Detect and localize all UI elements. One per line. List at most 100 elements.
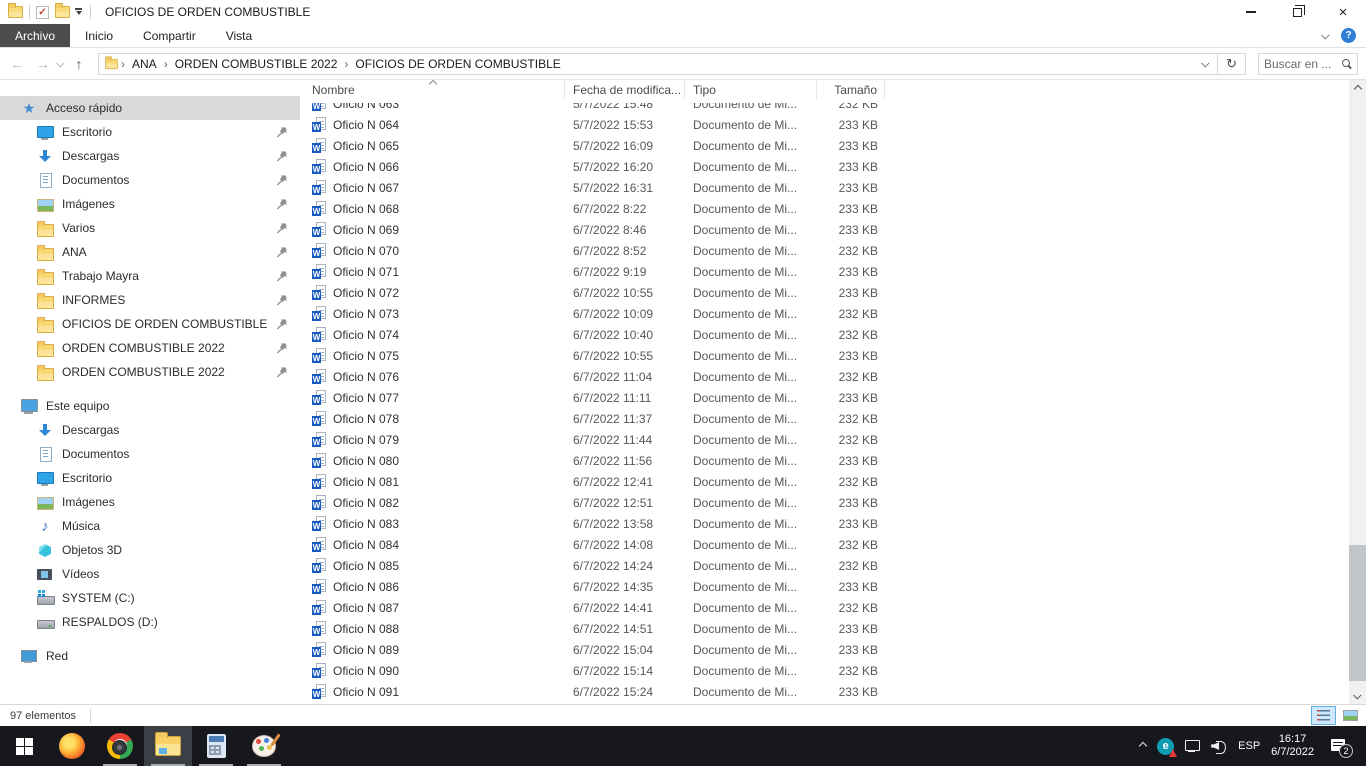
customize-toolbar-caret-icon[interactable] bbox=[74, 7, 84, 17]
forward-button[interactable]: → bbox=[32, 56, 54, 72]
up-button[interactable]: ↑ bbox=[68, 56, 90, 72]
chevron-right-icon[interactable]: › bbox=[162, 57, 170, 71]
sidebar-item-documentos[interactable]: Documentos bbox=[0, 442, 300, 466]
taskbar-firefox-button[interactable] bbox=[48, 726, 96, 766]
sidebar-item-respaldos-d[interactable]: RESPALDOS (D:) bbox=[0, 610, 300, 634]
search-box[interactable]: Buscar en ... bbox=[1258, 53, 1358, 75]
sidebar-item-objetos-3d[interactable]: Objetos 3D bbox=[0, 538, 300, 562]
file-row[interactable]: Oficio N 0645/7/2022 15:53Documento de M… bbox=[312, 114, 1349, 135]
sidebar-item-documentos[interactable]: Documentos bbox=[0, 168, 300, 192]
file-row[interactable]: Oficio N 0796/7/2022 11:44Documento de M… bbox=[312, 429, 1349, 450]
thumbnails-view-button[interactable] bbox=[1338, 706, 1363, 725]
file-row[interactable]: Oficio N 0716/7/2022 9:19Documento de Mi… bbox=[312, 261, 1349, 282]
sidebar-item-im-genes[interactable]: Imágenes bbox=[0, 192, 300, 216]
file-row[interactable]: Oficio N 0746/7/2022 10:40Documento de M… bbox=[312, 324, 1349, 345]
file-row[interactable]: Oficio N 0726/7/2022 10:55Documento de M… bbox=[312, 282, 1349, 303]
sidebar-item-informes[interactable]: INFORMES bbox=[0, 288, 300, 312]
file-row[interactable]: Oficio N 0836/7/2022 13:58Documento de M… bbox=[312, 513, 1349, 534]
details-view-button[interactable] bbox=[1311, 706, 1336, 725]
back-button[interactable]: ← bbox=[6, 56, 28, 72]
tab-compartir[interactable]: Compartir bbox=[128, 24, 211, 47]
file-row[interactable]: Oficio N 0706/7/2022 8:52Documento de Mi… bbox=[312, 240, 1349, 261]
properties-quick-icon[interactable] bbox=[36, 6, 49, 19]
new-folder-quick-icon[interactable] bbox=[55, 6, 70, 18]
file-row[interactable]: Oficio N 0846/7/2022 14:08Documento de M… bbox=[312, 534, 1349, 555]
file-row[interactable]: Oficio N 0675/7/2022 16:31Documento de M… bbox=[312, 177, 1349, 198]
file-row[interactable]: Oficio N 0786/7/2022 11:37Documento de M… bbox=[312, 408, 1349, 429]
column-header-fecha-de-modifica[interactable]: Fecha de modifica... bbox=[565, 80, 685, 100]
file-row[interactable]: Oficio N 0665/7/2022 16:20Documento de M… bbox=[312, 156, 1349, 177]
sidebar-item-im-genes[interactable]: Imágenes bbox=[0, 490, 300, 514]
sidebar-section-red[interactable]: Red bbox=[0, 644, 300, 668]
file-row[interactable]: Oficio N 0906/7/2022 15:14Documento de M… bbox=[312, 660, 1349, 681]
sidebar-section-este-equipo[interactable]: Este equipo bbox=[0, 394, 300, 418]
clock[interactable]: 16:17 6/7/2022 bbox=[1271, 733, 1314, 759]
sidebar-item-trabajo-mayra[interactable]: Trabajo Mayra bbox=[0, 264, 300, 288]
minimize-button[interactable] bbox=[1228, 0, 1274, 24]
help-icon[interactable] bbox=[1341, 28, 1356, 43]
sidebar-item-orden-combustible-2022[interactable]: ORDEN COMBUSTIBLE 2022 bbox=[0, 336, 300, 360]
file-row[interactable]: Oficio N 0876/7/2022 14:41Documento de M… bbox=[312, 597, 1349, 618]
action-center-button[interactable]: 2 bbox=[1331, 739, 1348, 754]
start-button[interactable] bbox=[0, 726, 48, 766]
file-row[interactable]: Oficio N 0816/7/2022 12:41Documento de M… bbox=[312, 471, 1349, 492]
file-row[interactable]: Oficio N 0736/7/2022 10:09Documento de M… bbox=[312, 303, 1349, 324]
file-row[interactable]: Oficio N 0896/7/2022 15:04Documento de M… bbox=[312, 639, 1349, 660]
expand-ribbon-chevron-icon[interactable] bbox=[1321, 31, 1329, 39]
tab-vista[interactable]: Vista bbox=[211, 24, 267, 47]
chevron-right-icon[interactable]: › bbox=[342, 57, 350, 71]
sidebar-item-ana[interactable]: ANA bbox=[0, 240, 300, 264]
column-header-nombre[interactable]: Nombre bbox=[312, 80, 565, 100]
taskbar-paint-button[interactable] bbox=[240, 726, 288, 766]
taskbar-explorer-button[interactable] bbox=[144, 726, 192, 766]
scroll-up-button[interactable] bbox=[1349, 80, 1366, 97]
recent-locations-chevron-icon[interactable] bbox=[56, 59, 64, 67]
sidebar-item-descargas[interactable]: Descargas bbox=[0, 418, 300, 442]
file-row[interactable]: Oficio N 0866/7/2022 14:35Documento de M… bbox=[312, 576, 1349, 597]
file-row[interactable]: Oficio N 0826/7/2022 12:51Documento de M… bbox=[312, 492, 1349, 513]
taskbar-calculator-button[interactable] bbox=[192, 726, 240, 766]
breadcrumb-segment[interactable]: OFICIOS DE ORDEN COMBUSTIBLE bbox=[350, 57, 565, 71]
file-row[interactable]: Oficio N 0766/7/2022 11:04Documento de M… bbox=[312, 366, 1349, 387]
chevron-right-icon[interactable]: › bbox=[119, 57, 127, 71]
sidebar-item-oficios-de-orden-combustible[interactable]: OFICIOS DE ORDEN COMBUSTIBLE bbox=[0, 312, 300, 336]
tab-inicio[interactable]: Inicio bbox=[70, 24, 128, 47]
scrollbar-thumb[interactable] bbox=[1349, 545, 1366, 681]
scroll-down-button[interactable] bbox=[1349, 687, 1366, 704]
sidebar-section-acceso-r-pido[interactable]: Acceso rápido bbox=[0, 96, 300, 120]
breadcrumb-segment[interactable]: ANA bbox=[127, 57, 162, 71]
sidebar-item-orden-combustible-2022[interactable]: ORDEN COMBUSTIBLE 2022 bbox=[0, 360, 300, 384]
sidebar-item-m-sica[interactable]: Música bbox=[0, 514, 300, 538]
network-tray-icon[interactable] bbox=[1185, 740, 1200, 752]
vertical-scrollbar[interactable] bbox=[1349, 80, 1366, 704]
file-row[interactable]: Oficio N 0696/7/2022 8:46Documento de Mi… bbox=[312, 219, 1349, 240]
restore-button[interactable] bbox=[1274, 0, 1320, 24]
sidebar-item-escritorio[interactable]: Escritorio bbox=[0, 466, 300, 490]
language-indicator[interactable]: ESP bbox=[1238, 740, 1260, 752]
breadcrumb-segment[interactable]: ORDEN COMBUSTIBLE 2022 bbox=[170, 57, 343, 71]
file-row[interactable]: Oficio N 0806/7/2022 11:56Documento de M… bbox=[312, 450, 1349, 471]
tab-archivo[interactable]: Archivo bbox=[0, 24, 70, 47]
file-row[interactable]: Oficio N 0756/7/2022 10:55Documento de M… bbox=[312, 345, 1349, 366]
file-row[interactable]: Oficio N 0916/7/2022 15:24Documento de M… bbox=[312, 681, 1349, 702]
sidebar-item-system-c[interactable]: SYSTEM (C:) bbox=[0, 586, 300, 610]
file-row[interactable]: Oficio N 0886/7/2022 14:51Documento de M… bbox=[312, 618, 1349, 639]
refresh-button[interactable]: ↻ bbox=[1217, 54, 1245, 74]
address-dropdown-button[interactable] bbox=[1195, 54, 1217, 74]
file-row[interactable]: Oficio N 0856/7/2022 14:24Documento de M… bbox=[312, 555, 1349, 576]
tray-expand-chevron-icon[interactable] bbox=[1139, 742, 1147, 750]
column-header-tipo[interactable]: Tipo bbox=[685, 80, 817, 100]
file-row[interactable]: Oficio N 0635/7/2022 15:48Documento de M… bbox=[312, 103, 1349, 114]
antivirus-tray-icon[interactable]: e bbox=[1157, 738, 1174, 755]
volume-tray-icon[interactable] bbox=[1211, 740, 1227, 753]
file-row[interactable]: Oficio N 0655/7/2022 16:09Documento de M… bbox=[312, 135, 1349, 156]
sidebar-item-escritorio[interactable]: Escritorio bbox=[0, 120, 300, 144]
sidebar-item-v-deos[interactable]: Vídeos bbox=[0, 562, 300, 586]
sidebar-item-descargas[interactable]: Descargas bbox=[0, 144, 300, 168]
sidebar-item-varios[interactable]: Varios bbox=[0, 216, 300, 240]
close-button[interactable]: × bbox=[1320, 0, 1366, 24]
file-row[interactable]: Oficio N 0776/7/2022 11:11Documento de M… bbox=[312, 387, 1349, 408]
taskbar-chrome-button[interactable] bbox=[96, 726, 144, 766]
file-row[interactable]: Oficio N 0686/7/2022 8:22Documento de Mi… bbox=[312, 198, 1349, 219]
column-header-tama-o[interactable]: Tamaño bbox=[817, 80, 885, 100]
